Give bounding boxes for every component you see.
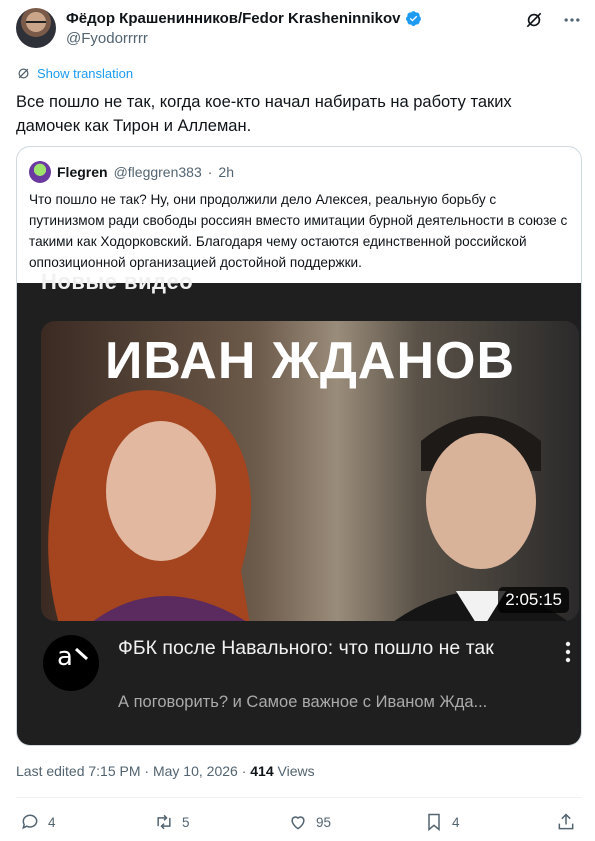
video-menu-icon[interactable] xyxy=(565,641,571,663)
author-avatar[interactable] xyxy=(16,8,56,48)
author-handle[interactable]: @Fyodorrrrr xyxy=(66,30,148,47)
tweet-text: Все пошло не так, когда кое-кто начал на… xyxy=(16,93,512,135)
quoted-author-name: Flegren xyxy=(57,164,108,180)
video-screenshot[interactable]: Новые видео ИВАН ЖДАНОВ 2:05:15 a ФБК по… xyxy=(17,269,581,745)
author-name[interactable]: Фёдор Крашенинников/Fedor Krasheninnikov xyxy=(66,10,401,27)
quoted-tweet-header: Flegren @fleggren383 · 2h xyxy=(29,161,234,183)
quoted-author-avatar xyxy=(29,161,51,183)
tweet-meta: Last edited 7:15 PM · May 10, 2026 · 414… xyxy=(16,763,315,779)
share-button[interactable] xyxy=(556,812,576,832)
new-videos-header: Новые видео xyxy=(41,269,194,294)
bookmark-count: 4 xyxy=(452,814,460,830)
man-portrait-image xyxy=(394,416,568,621)
repost-count: 5 xyxy=(182,814,190,830)
svg-text:a: a xyxy=(57,642,73,672)
separator-dot: · xyxy=(207,164,213,180)
like-button[interactable]: 95 xyxy=(288,812,331,832)
author-name-row: Фёдор Крашенинников/Fedor Krasheninnikov xyxy=(66,10,422,27)
verified-badge-icon xyxy=(405,11,421,26)
repost-button[interactable]: 5 xyxy=(154,812,190,832)
share-icon xyxy=(558,813,574,830)
reply-button[interactable]: 4 xyxy=(20,812,56,832)
quoted-author-handle: @fleggren383 xyxy=(113,164,202,180)
edited-timestamp[interactable]: Last edited 7:15 PM · May 10, 2026 · xyxy=(16,763,246,779)
video-thumbnail[interactable]: ИВАН ЖДАНОВ 2:05:15 xyxy=(41,321,579,621)
tweet-header: Фёдор Крашенинников/Fedor Krasheninnikov… xyxy=(16,8,582,50)
woman-portrait-image xyxy=(48,390,251,621)
show-translation-link[interactable]: Show translation xyxy=(16,66,133,81)
more-options-icon[interactable] xyxy=(562,10,582,30)
quoted-timestamp: 2h xyxy=(218,164,234,180)
video-duration: 2:05:15 xyxy=(498,587,569,613)
show-translation-label: Show translation xyxy=(37,66,134,81)
quoted-tweet-text: Что пошло не так? Ну, они продолжили дел… xyxy=(29,192,568,270)
divider xyxy=(16,797,582,798)
action-bar: 4 5 95 4 xyxy=(16,812,582,836)
video-channel-subtitle: А поговорить? и Самое важное с Иваном Жд… xyxy=(118,693,488,711)
reply-icon xyxy=(22,814,38,830)
like-count: 95 xyxy=(316,814,332,830)
video-title[interactable]: ФБК после Навального: что пошло не так xyxy=(118,635,538,661)
heart-icon xyxy=(291,816,305,830)
views-label: Views xyxy=(277,763,315,779)
thumbnail-title: ИВАН ЖДАНОВ xyxy=(104,332,516,390)
bookmark-icon xyxy=(428,813,440,832)
views-count: 414 xyxy=(250,763,274,779)
grok-icon[interactable] xyxy=(524,10,544,30)
translate-icon xyxy=(18,68,29,79)
header-actions xyxy=(524,10,582,30)
quoted-tweet[interactable]: Flegren @fleggren383 · 2h Что пошло не т… xyxy=(16,146,582,746)
channel-logo-icon[interactable]: a xyxy=(43,635,99,691)
repost-icon xyxy=(157,814,171,830)
reply-count: 4 xyxy=(48,814,56,830)
bookmark-button[interactable]: 4 xyxy=(424,812,460,832)
